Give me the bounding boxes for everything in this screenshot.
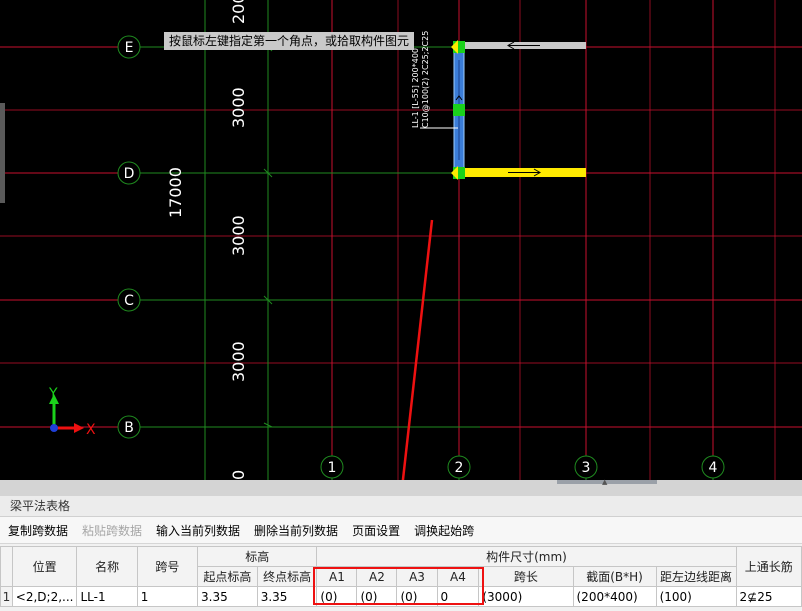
col-header-a4[interactable]: A4	[436, 566, 480, 587]
red-annotation-arrow	[401, 219, 434, 480]
beam-table: 位置 名称 跨号 标高 构件尺寸(mm) 上通长筋 起点标高 终点标高 A1 A…	[0, 546, 802, 607]
cell-left-dist[interactable]: (100)	[655, 586, 737, 607]
drawing-canvas[interactable]: E D C B 1 2 3 4 200 3000 3000 3000 17000…	[0, 0, 802, 480]
cell-position[interactable]: <2,D;2,...	[11, 586, 78, 607]
page-setup-button[interactable]: 页面设置	[352, 522, 400, 539]
chevron-up-icon[interactable]: ▲	[602, 478, 607, 486]
cell-start-elev[interactable]: 3.35	[197, 586, 258, 607]
cell-end-elev[interactable]: 3.35	[256, 586, 318, 607]
col-header-section[interactable]: 截面(B*H)	[572, 566, 657, 587]
dim-span-ed: 3000	[229, 87, 248, 128]
axis-label-E: E	[125, 40, 134, 56]
col-header-end-elev[interactable]: 终点标高	[256, 566, 318, 587]
cell-section[interactable]: (200*400)	[572, 586, 657, 607]
ucs-x-label: X	[86, 422, 96, 438]
col-header-span-no[interactable]: 跨号	[136, 546, 199, 587]
col-header-start-elev[interactable]: 起点标高	[197, 566, 258, 587]
dim-span-cb: 3000	[229, 341, 248, 382]
copy-span-button[interactable]: 复制跨数据	[8, 522, 68, 539]
cell-a3[interactable]: (0)	[396, 586, 438, 607]
side-panel-tab[interactable]	[0, 103, 5, 203]
beam-table-panel: 梁平法表格 复制跨数据 粘贴跨数据 输入当前列数据 删除当前列数据 页面设置 调…	[0, 496, 802, 611]
dim-bottom-partial: 0	[229, 470, 248, 480]
col-header-name[interactable]: 名称	[76, 546, 138, 587]
cell-top-long[interactable]: 2⊈25	[735, 586, 802, 607]
axis-label-2: 2	[455, 460, 464, 476]
axis-label-4: 4	[709, 460, 718, 476]
beam-annotation-line1: LL-1 [L-55] 200*400	[411, 48, 420, 128]
dim-total: 17000	[166, 167, 185, 218]
panel-splitter[interactable]	[0, 480, 802, 496]
command-tooltip: 按鼠标左键指定第一个角点，或拾取构件图元	[164, 32, 415, 50]
col-header-a1[interactable]: A1	[316, 566, 358, 587]
axis-label-D: D	[124, 166, 135, 182]
axis-label-1: 1	[328, 460, 337, 476]
axis-label-B: B	[124, 420, 134, 436]
axis-label-C: C	[124, 293, 134, 309]
delete-column-button[interactable]: 删除当前列数据	[254, 522, 338, 539]
col-header-size-group: 构件尺寸(mm)	[316, 546, 737, 567]
col-header-span-len[interactable]: 跨长	[478, 566, 574, 587]
cell-a1[interactable]: (0)	[316, 586, 358, 607]
row-number: 1	[0, 586, 13, 607]
col-header-a2[interactable]: A2	[356, 566, 398, 587]
dim-span-dc: 3000	[229, 215, 248, 256]
cell-a4[interactable]: 0	[436, 586, 480, 607]
ucs-y-label: Y	[48, 386, 58, 402]
axis-label-3: 3	[582, 460, 591, 476]
col-header-left-dist[interactable]: 距左边线距离	[655, 566, 737, 587]
cell-a2[interactable]: (0)	[356, 586, 398, 607]
col-header-top-long[interactable]: 上通长筋	[735, 546, 802, 587]
cell-name[interactable]: LL-1	[76, 586, 138, 607]
row-header-corner	[0, 546, 13, 587]
col-header-a3[interactable]: A3	[396, 566, 438, 587]
table-row[interactable]: 1 <2,D;2,... LL-1 1 3.35 3.35 (0) (0) (0…	[0, 586, 802, 607]
cell-span-len[interactable]: (3000)	[478, 586, 574, 607]
cell-span-no[interactable]: 1	[136, 586, 199, 607]
dim-top-partial: 200	[229, 0, 248, 24]
paste-span-button[interactable]: 粘贴跨数据	[82, 522, 142, 539]
input-column-button[interactable]: 输入当前列数据	[156, 522, 240, 539]
ucs-icon: Y X	[48, 386, 96, 438]
beam-annotation-line2: C10@100(2) 2C25;2C25	[421, 31, 430, 128]
col-header-elevation: 标高	[197, 546, 318, 567]
swap-span-button[interactable]: 调换起始跨	[414, 522, 474, 539]
grip-point-mid[interactable]	[453, 104, 465, 116]
panel-toolbar: 复制跨数据 粘贴跨数据 输入当前列数据 删除当前列数据 页面设置 调换起始跨	[0, 517, 802, 544]
col-header-position[interactable]: 位置	[11, 546, 78, 587]
panel-title: 梁平法表格	[0, 496, 802, 517]
